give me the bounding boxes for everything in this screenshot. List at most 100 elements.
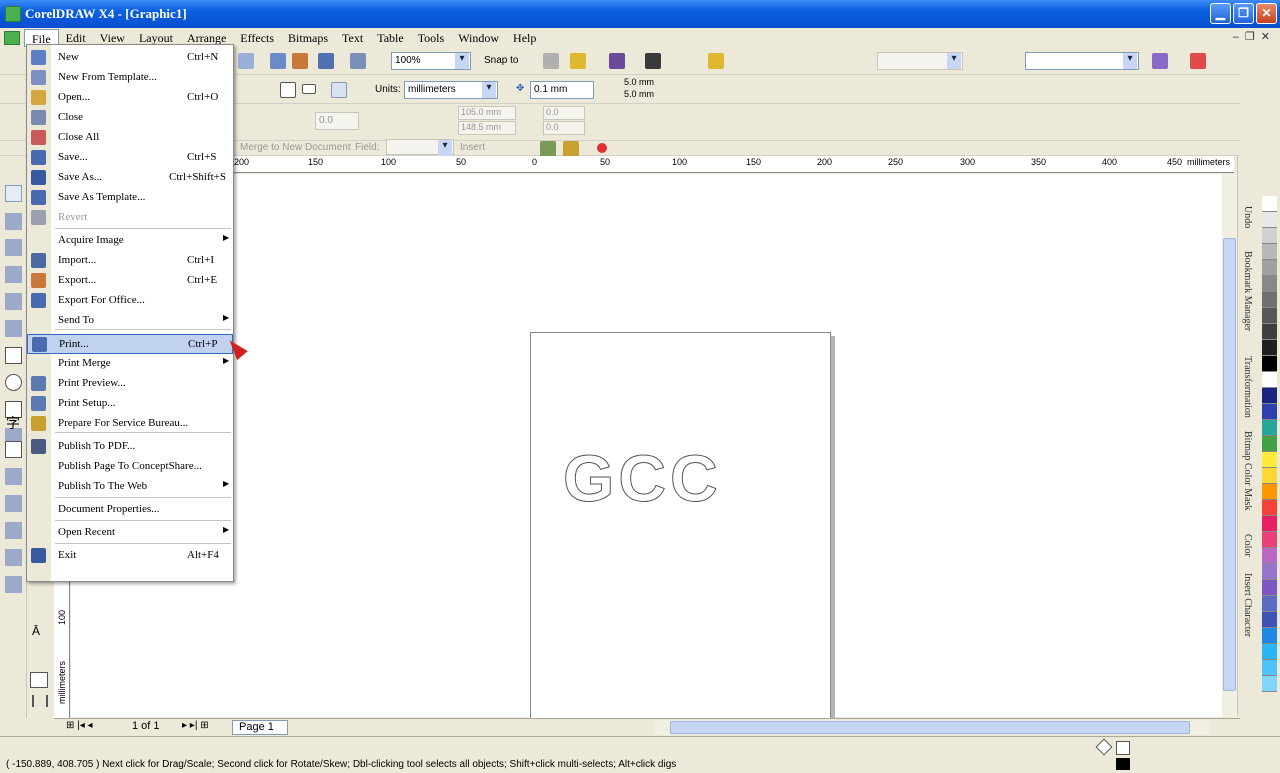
text-style-icon[interactable]: Ā <box>32 624 48 640</box>
nudge-distance-field[interactable]: 0.1 mm <box>530 81 594 99</box>
color-swatch[interactable] <box>1262 372 1277 388</box>
color-swatch[interactable] <box>1262 516 1277 532</box>
next-page-icon[interactable]: ▸ ▸| ⊞ <box>182 720 209 731</box>
smart-fill-tool-icon[interactable] <box>5 320 22 337</box>
color-swatch[interactable] <box>1262 580 1277 596</box>
tool-icon[interactable] <box>708 53 724 69</box>
menu-text[interactable]: Text <box>335 29 370 47</box>
ellipse-tool-icon[interactable] <box>5 374 22 391</box>
document-page[interactable] <box>530 332 831 727</box>
file-menu-item[interactable]: Document Properties... <box>27 500 233 520</box>
file-menu-item[interactable]: Import... Ctrl+I <box>27 251 233 271</box>
close-button[interactable]: ✕ <box>1256 3 1277 24</box>
paragraph-icon[interactable] <box>30 672 48 688</box>
color-swatch[interactable] <box>1262 532 1277 548</box>
file-menu-item[interactable]: Close <box>27 108 233 128</box>
text-tool-icon[interactable]: 字 <box>6 413 23 431</box>
color-swatch[interactable] <box>1262 228 1277 244</box>
eyedropper-tool-icon[interactable] <box>5 495 22 512</box>
columns-icon[interactable] <box>32 695 48 707</box>
docker-tab-bookmark-manager[interactable]: Bookmark Manager <box>1242 251 1253 331</box>
fill-indicator-icon[interactable] <box>1095 738 1113 756</box>
zoom-tool-icon[interactable] <box>5 266 22 283</box>
file-menu-item[interactable]: Print Merge ▶ <box>27 354 233 374</box>
page-tab[interactable]: Page 1 <box>232 720 288 735</box>
menu-bitmaps[interactable]: Bitmaps <box>281 29 335 47</box>
app-launcher-icon[interactable] <box>318 53 334 69</box>
field-select[interactable] <box>386 139 454 156</box>
skew-y-field[interactable]: 0.0 <box>543 121 585 135</box>
file-menu-item[interactable]: Open... Ctrl+O <box>27 88 233 108</box>
vertical-scroll-thumb[interactable] <box>1223 238 1236 691</box>
color-icon[interactable] <box>1190 53 1206 69</box>
hand-icon[interactable] <box>1152 53 1168 69</box>
color-swatch[interactable] <box>1262 612 1277 628</box>
landscape-icon[interactable] <box>302 84 316 94</box>
color-swatch[interactable] <box>1262 292 1277 308</box>
blend-tool-icon[interactable] <box>5 468 22 485</box>
color-swatch[interactable] <box>1262 660 1277 676</box>
color-swatch[interactable] <box>1262 308 1277 324</box>
freehand-tool-icon[interactable] <box>5 293 22 310</box>
file-menu-item[interactable]: Save As... Ctrl+Shift+S <box>27 168 233 188</box>
minimize-button[interactable]: ▁ <box>1210 3 1231 24</box>
zoom-level-select[interactable]: 100% <box>391 52 471 70</box>
docker-tab-transformation[interactable]: Transformation <box>1242 356 1253 418</box>
color-swatch[interactable] <box>1262 340 1277 356</box>
vertical-scrollbar[interactable] <box>1222 174 1237 717</box>
merge-to-new-document-button[interactable]: Merge to New Document <box>240 142 351 153</box>
file-menu-item[interactable]: Prepare For Service Bureau... <box>27 414 233 434</box>
color-swatch[interactable] <box>1262 356 1277 372</box>
file-menu-item[interactable]: Send To ▶ <box>27 311 233 331</box>
color-swatch[interactable] <box>1262 452 1277 468</box>
file-menu-item[interactable]: Open Recent ▶ <box>27 523 233 543</box>
color-swatch[interactable] <box>1262 468 1277 484</box>
snap-to-button[interactable]: Snap to <box>484 55 518 66</box>
file-menu-item[interactable]: Revert <box>27 208 233 228</box>
docker-tab-color[interactable]: Color <box>1242 534 1253 557</box>
rectangle-tool-icon[interactable] <box>5 347 22 364</box>
horizontal-scrollbar[interactable] <box>654 720 1210 735</box>
duplicate-x-field[interactable]: 5.0 mm <box>622 77 690 89</box>
menu-tools[interactable]: Tools <box>411 29 452 47</box>
color-swatch[interactable] <box>1262 244 1277 260</box>
docker-tab-undo[interactable]: Undo <box>1242 206 1253 228</box>
position-x-field[interactable]: 105.0 mm <box>458 106 516 120</box>
file-menu-item[interactable]: Publish To The Web ▶ <box>27 477 233 497</box>
fill-tool-icon[interactable] <box>5 549 22 566</box>
docker-tab-insert-character[interactable]: Insert Character <box>1242 573 1253 637</box>
file-menu-item[interactable]: Print Setup... <box>27 394 233 414</box>
color-swatch[interactable] <box>1262 644 1277 660</box>
crop-tool-icon[interactable] <box>5 239 22 256</box>
color-swatch[interactable] <box>1262 196 1277 212</box>
menu-table[interactable]: Table <box>370 29 410 47</box>
options-icon[interactable] <box>570 53 586 69</box>
menu-effects[interactable]: Effects <box>233 29 281 47</box>
merge-icon[interactable] <box>540 141 556 157</box>
file-menu-item[interactable]: Export... Ctrl+E <box>27 271 233 291</box>
import-icon[interactable] <box>270 53 286 69</box>
interactive-fill-tool-icon[interactable] <box>5 576 22 593</box>
all-pages-icon[interactable] <box>331 82 347 98</box>
gcc-outline-text[interactable]: GCC <box>563 440 722 516</box>
file-menu-item[interactable]: Publish To PDF... <box>27 437 233 457</box>
color-swatch[interactable] <box>1262 676 1277 692</box>
file-menu-item[interactable]: Publish Page To ConceptShare... <box>27 457 233 477</box>
docker-tab-bitmap-color-mask[interactable]: Bitmap Color Mask <box>1242 431 1253 510</box>
color-swatch[interactable] <box>1262 436 1277 452</box>
file-menu-item[interactable]: New From Template... <box>27 68 233 88</box>
portrait-icon[interactable] <box>280 82 296 98</box>
color-swatch[interactable] <box>1262 260 1277 276</box>
align-icon[interactable] <box>543 53 559 69</box>
maximize-button[interactable]: ❐ <box>1233 3 1254 24</box>
color-swatch[interactable] <box>1262 404 1277 420</box>
file-menu-item[interactable]: Close All <box>27 128 233 148</box>
units-select[interactable]: millimeters <box>404 81 498 99</box>
duplicate-y-field[interactable]: 5.0 mm <box>622 89 690 101</box>
color-swatch[interactable] <box>1262 564 1277 580</box>
skew-x-field[interactable]: 0.0 <box>543 106 585 120</box>
position-y-field[interactable]: 148.5 mm <box>458 121 516 135</box>
insert-button[interactable]: Insert <box>460 142 485 153</box>
font-select[interactable] <box>1025 52 1139 70</box>
color-swatch[interactable] <box>1262 212 1277 228</box>
